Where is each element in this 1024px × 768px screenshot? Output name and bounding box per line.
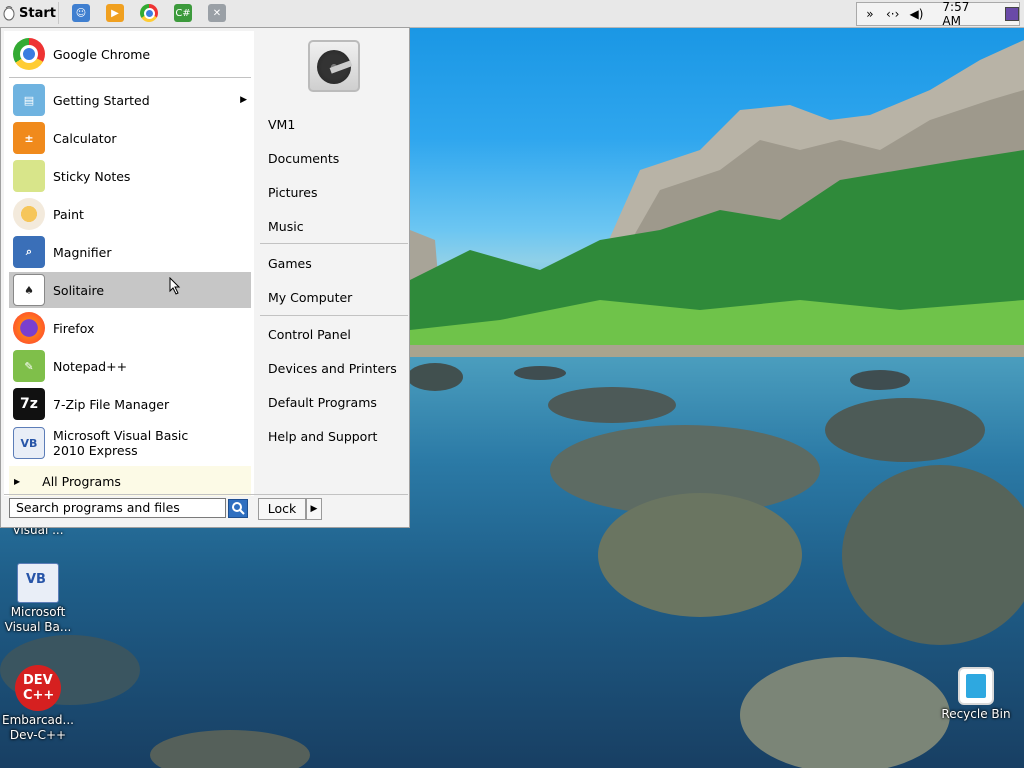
network-icon[interactable]: ‹·› <box>883 7 903 21</box>
start-item-label: Firefox <box>53 320 95 336</box>
devcpp-icon: DEV C++ <box>15 665 61 711</box>
place-pictures[interactable]: Pictures <box>268 185 318 200</box>
system-tray: » ‹·› ◀) 7:57 AM <box>856 0 1020 28</box>
place-my-computer[interactable]: My Computer <box>268 290 352 305</box>
desktop-icon-label-line1: Microsoft <box>10 605 66 619</box>
start-item-label: Getting Started <box>53 92 150 108</box>
start-label: Start <box>19 5 56 21</box>
start-item-firefox[interactable]: Firefox <box>9 310 251 346</box>
start-orb-icon <box>3 6 15 21</box>
start-item-google-chrome[interactable]: Google Chrome <box>9 36 251 72</box>
divider <box>4 494 408 495</box>
desktop-icon-devcpp[interactable]: DEV C++ Embarcad... Dev-C++ <box>0 665 76 743</box>
all-programs-button[interactable]: ▶ All Programs <box>9 466 251 496</box>
visual-basic-icon: VB <box>13 427 45 459</box>
place-help-support[interactable]: Help and Support <box>268 429 377 444</box>
divider <box>9 77 251 78</box>
calculator-icon: ± <box>13 122 45 154</box>
paint-icon <box>13 198 45 230</box>
chevron-down-icon[interactable]: » <box>863 7 877 21</box>
mouse-cursor-icon <box>169 277 181 295</box>
start-item-getting-started[interactable]: ▤ Getting Started ▶ <box>9 82 251 118</box>
start-menu: Google Chrome ▤ Getting Started ▶ ± Calc… <box>0 27 410 528</box>
x-app-icon[interactable]: ✕ <box>208 4 226 22</box>
start-item-label: Magnifier <box>53 244 112 260</box>
chrome-icon <box>13 38 45 70</box>
search-icon[interactable] <box>228 499 248 518</box>
show-desktop-icon[interactable] <box>1005 7 1019 21</box>
solitaire-icon: ♠ <box>13 274 45 306</box>
lock-options-arrow-icon[interactable]: ▶ <box>306 498 322 520</box>
start-item-7zip[interactable]: 7z 7-Zip File Manager <box>9 386 251 422</box>
divider <box>260 243 408 244</box>
all-programs-label: All Programs <box>42 473 121 489</box>
start-item-label: Notepad++ <box>53 358 128 374</box>
getting-started-icon: ▤ <box>13 84 45 116</box>
start-item-visual-basic[interactable]: VB Microsoft Visual Basic 2010 Express <box>9 424 251 462</box>
magnifier-icon: ⌕ <box>13 236 45 268</box>
taskbar: Start ☺ ▶ C# ✕ » ‹·› ◀) 7:57 AM <box>0 0 1024 28</box>
start-item-solitaire[interactable]: ♠ Solitaire <box>9 272 251 308</box>
start-item-magnifier[interactable]: ⌕ Magnifier <box>9 234 251 270</box>
search-input[interactable]: Search programs and files <box>9 498 226 518</box>
recycle-bin-icon <box>958 667 994 705</box>
desktop-icon-visual-basic[interactable]: VB Microsoft Visual Ba... <box>2 563 74 635</box>
triangle-right-icon: ▶ <box>14 476 21 486</box>
desktop-icon-recycle-bin[interactable]: Recycle Bin <box>938 667 1014 722</box>
lock-button[interactable]: Lock <box>258 498 306 520</box>
media-player-icon[interactable]: ▶ <box>106 4 124 22</box>
place-games[interactable]: Games <box>268 256 312 271</box>
start-menu-programs: Google Chrome ▤ Getting Started ▶ ± Calc… <box>4 31 254 496</box>
start-item-label: 7-Zip File Manager <box>53 396 170 412</box>
desktop-icon-label-line1: Embarcad... <box>2 713 74 727</box>
desktop-icon-label-line2: Visual Ba... <box>4 620 72 634</box>
finder-icon[interactable]: ☺ <box>72 4 90 22</box>
submenu-arrow-icon: ▶ <box>240 95 247 105</box>
start-button[interactable]: Start <box>2 2 59 24</box>
start-item-paint[interactable]: Paint <box>9 196 251 232</box>
start-item-label: Microsoft Visual Basic 2010 Express <box>53 428 189 458</box>
place-devices-printers[interactable]: Devices and Printers <box>268 361 397 376</box>
start-item-sticky-notes[interactable]: Sticky Notes <box>9 158 251 194</box>
start-item-label: Calculator <box>53 130 117 146</box>
visual-basic-icon: VB <box>17 563 59 603</box>
start-item-label: Google Chrome <box>53 46 151 62</box>
start-item-label: Solitaire <box>53 282 105 298</box>
place-user[interactable]: VM1 <box>268 117 295 132</box>
place-music[interactable]: Music <box>268 219 304 234</box>
desktop-icon-label: Recycle Bin <box>941 707 1011 721</box>
start-menu-places: VM1 Documents Pictures Music Games My Co… <box>256 31 408 496</box>
firefox-icon <box>13 312 45 344</box>
place-default-programs[interactable]: Default Programs <box>268 395 377 410</box>
divider <box>260 315 408 316</box>
chrome-taskbar-icon[interactable] <box>140 4 158 22</box>
start-item-label: Sticky Notes <box>53 168 131 184</box>
clock[interactable]: 7:57 AM <box>942 0 991 28</box>
start-item-label: Paint <box>53 206 84 222</box>
place-control-panel[interactable]: Control Panel <box>268 327 351 342</box>
start-item-calculator[interactable]: ± Calculator <box>9 120 251 156</box>
start-item-notepadpp[interactable]: ✎ Notepad++ <box>9 348 251 384</box>
place-documents[interactable]: Documents <box>268 151 339 166</box>
sticky-notes-icon <box>13 160 45 192</box>
desktop-icon-label-line2: Dev-C++ <box>9 728 67 742</box>
csharp-app-icon[interactable]: C# <box>174 4 192 22</box>
notepadpp-icon: ✎ <box>13 350 45 382</box>
user-avatar[interactable] <box>308 40 360 92</box>
7zip-icon: 7z <box>13 388 45 420</box>
volume-icon[interactable]: ◀) <box>909 7 925 21</box>
